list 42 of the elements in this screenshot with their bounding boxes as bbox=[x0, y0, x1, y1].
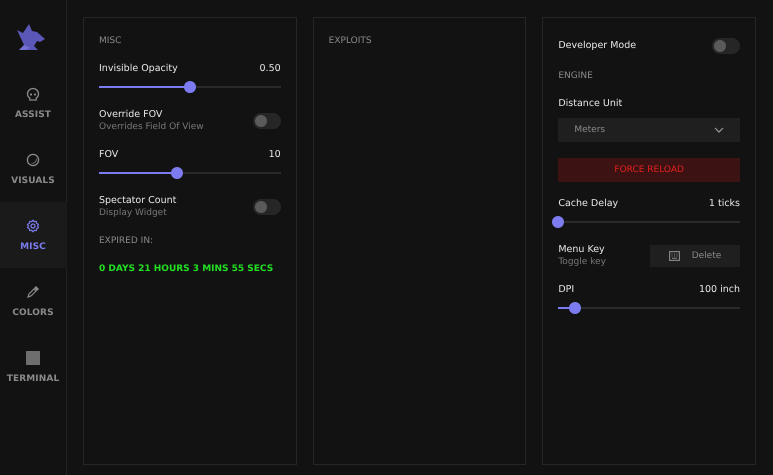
square-icon bbox=[26, 350, 40, 364]
section-heading: ENGINE bbox=[558, 70, 594, 82]
setting-label: FOV bbox=[99, 149, 118, 161]
setting-label: Invisible Opacity bbox=[99, 63, 178, 75]
keybind-button[interactable]: Delete bbox=[650, 245, 740, 267]
skull-icon bbox=[26, 86, 40, 100]
setting-value: 10 bbox=[268, 149, 281, 161]
slider-thumb[interactable] bbox=[552, 216, 564, 228]
nav-item[interactable]: VISUALS bbox=[0, 136, 66, 202]
settings-icon bbox=[26, 218, 40, 232]
toggle-switch[interactable] bbox=[712, 38, 740, 54]
setting-description: Toggle key bbox=[558, 256, 606, 268]
nav-item[interactable]: TERMINAL bbox=[0, 334, 66, 400]
slider-thumb[interactable] bbox=[171, 167, 184, 179]
setting-value: 100 inch bbox=[698, 284, 740, 296]
chevron-down-icon bbox=[714, 127, 724, 133]
setting-label: Developer Mode bbox=[558, 40, 636, 52]
dropdown[interactable]: Meters bbox=[558, 118, 740, 142]
slider-thumb[interactable] bbox=[184, 81, 196, 93]
section-heading: MISC bbox=[99, 35, 122, 47]
slider-thumb[interactable] bbox=[568, 302, 581, 314]
toggle-switch[interactable] bbox=[252, 199, 281, 215]
setting-description: Overrides Field Of View bbox=[99, 121, 204, 133]
nav-item[interactable]: ASSIST bbox=[0, 70, 66, 136]
section-heading: EXPLOITS bbox=[328, 35, 373, 47]
countdown-text: 0 DAYS 21 HOURS 3 MINS 55 SECS bbox=[99, 263, 274, 275]
moon-icon bbox=[26, 152, 40, 166]
setting-label: Override FOV bbox=[99, 109, 164, 121]
toggle-switch[interactable] bbox=[252, 113, 281, 129]
section-heading: EXPIRED IN: bbox=[99, 235, 154, 247]
setting-label: Distance Unit bbox=[558, 98, 624, 110]
setting-label: Menu Key bbox=[558, 244, 606, 256]
force-reload-button[interactable]: FORCE RELOAD bbox=[558, 158, 740, 182]
nav-item[interactable]: COLORS bbox=[0, 268, 66, 334]
keyboard-icon bbox=[668, 251, 680, 261]
setting-label: Cache Delay bbox=[558, 198, 618, 210]
setting-value: 1 ticks bbox=[708, 198, 740, 210]
setting-label: Spectator Count bbox=[99, 195, 176, 207]
setting-label: DPI bbox=[558, 284, 574, 296]
nav-item[interactable]: MISC bbox=[0, 202, 66, 268]
setting-description: Display Widget bbox=[99, 207, 168, 219]
setting-value: 0.50 bbox=[260, 63, 281, 75]
